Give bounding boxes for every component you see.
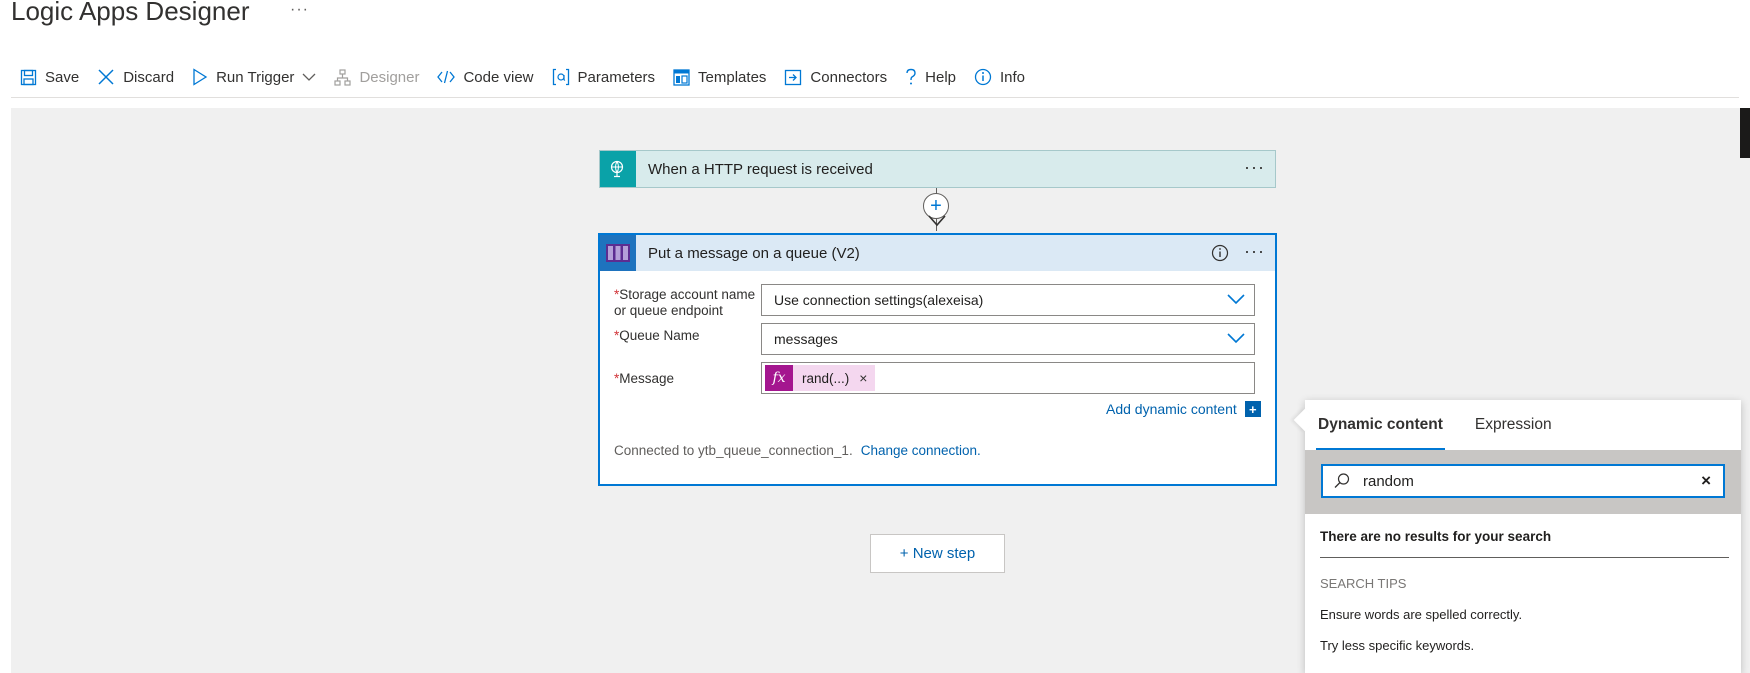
- help-label: Help: [925, 68, 956, 86]
- storage-account-dropdown[interactable]: Use connection settings(alexeisa): [761, 284, 1255, 316]
- action-title: Put a message on a queue (V2): [648, 244, 860, 262]
- search-tip: Try less specific keywords.: [1320, 638, 1475, 653]
- dynamic-content-panel: Dynamic content Expression × There are n…: [1293, 400, 1741, 673]
- hierarchy-icon: [334, 68, 352, 86]
- storage-label: *Storage account name or queue endpoint: [614, 287, 756, 318]
- designer-button[interactable]: Designer: [325, 62, 428, 92]
- connectors-label: Connectors: [810, 68, 888, 86]
- token-label: rand(...): [802, 370, 850, 386]
- add-dynamic-content-link[interactable]: Add dynamic content +: [1106, 401, 1261, 417]
- search-input[interactable]: [1363, 472, 1693, 490]
- trigger-more-icon[interactable]: ···: [1244, 157, 1265, 178]
- storage-field-row: *Storage account name or queue endpoint: [614, 287, 764, 319]
- save-label: Save: [45, 68, 80, 86]
- queue-action-card[interactable]: Put a message on a queue (V2) ··· *Stora…: [598, 233, 1277, 486]
- divider: [1320, 557, 1729, 558]
- connectors-icon: [785, 69, 802, 85]
- tab-dynamic-content[interactable]: Dynamic content: [1316, 400, 1445, 450]
- panel-tabs: Dynamic content Expression: [1305, 400, 1741, 450]
- remove-token-button[interactable]: ×: [859, 370, 875, 386]
- tab-expression[interactable]: Expression: [1475, 400, 1552, 450]
- function-icon: fx: [765, 365, 793, 391]
- trigger-title: When a HTTP request is received: [648, 160, 873, 178]
- message-label: *Message: [614, 371, 675, 386]
- clear-search-icon[interactable]: ×: [1701, 471, 1711, 491]
- parameters-button[interactable]: Parameters: [543, 62, 665, 92]
- page-title: Logic Apps Designer: [11, 0, 250, 26]
- chevron-down-icon: [302, 73, 316, 81]
- new-step-button[interactable]: + New step: [870, 534, 1005, 573]
- more-options-icon[interactable]: ···: [290, 1, 309, 19]
- action-header[interactable]: Put a message on a queue (V2) ···: [600, 235, 1275, 271]
- expression-token[interactable]: fx rand(...) ×: [765, 365, 876, 391]
- info-button[interactable]: Info: [965, 62, 1034, 92]
- discard-label: Discard: [123, 68, 175, 86]
- run-trigger-button[interactable]: Run Trigger: [183, 62, 325, 92]
- run-trigger-label: Run Trigger: [216, 68, 295, 86]
- search-icon: [1334, 473, 1350, 488]
- http-request-icon: [600, 151, 636, 187]
- help-button[interactable]: Help: [896, 62, 965, 92]
- close-icon: [98, 69, 114, 85]
- discard-button[interactable]: Discard: [88, 62, 183, 92]
- change-connection-link[interactable]: Change connection.: [861, 443, 981, 458]
- info-icon: [974, 68, 992, 86]
- arrow-down-icon: [928, 215, 946, 227]
- queue-icon: [600, 235, 636, 271]
- queue-field-row: *Queue Name: [614, 328, 764, 344]
- chevron-down-icon: [1227, 294, 1245, 305]
- question-icon: [906, 68, 916, 85]
- code-icon: [437, 70, 456, 84]
- toolbar-divider: [11, 97, 1739, 98]
- connection-status: Connected to ytb_queue_connection_1. Chan…: [614, 443, 981, 458]
- designer-toolbar: Save Discard Run Trigger Designer Code v…: [11, 62, 1034, 92]
- save-button[interactable]: Save: [11, 62, 88, 92]
- chevron-down-icon: [1227, 333, 1245, 344]
- no-results-message: There are no results for your search: [1320, 529, 1552, 544]
- code-view-label: Code view: [463, 68, 534, 86]
- search-tips-heading: SEARCH TIPS: [1320, 576, 1407, 591]
- scrollbar-thumb[interactable]: [1740, 108, 1750, 158]
- code-view-button[interactable]: Code view: [428, 62, 542, 92]
- message-input[interactable]: fx rand(...) ×: [761, 362, 1255, 394]
- plus-icon: +: [1244, 401, 1261, 417]
- queue-name-label: *Queue Name: [614, 328, 700, 343]
- templates-button[interactable]: Templates: [664, 62, 775, 92]
- designer-label: Designer: [359, 68, 420, 86]
- info-icon[interactable]: [1211, 244, 1229, 262]
- parameters-label: Parameters: [577, 68, 656, 86]
- search-area: ×: [1305, 450, 1741, 514]
- info-label: Info: [1000, 68, 1026, 86]
- save-icon: [20, 69, 37, 85]
- connectors-button[interactable]: Connectors: [775, 62, 896, 92]
- queue-name-dropdown[interactable]: messages: [761, 323, 1255, 355]
- message-field-row: *Message: [614, 371, 764, 387]
- templates-label: Templates: [698, 68, 767, 86]
- trigger-card[interactable]: When a HTTP request is received ···: [599, 150, 1276, 188]
- play-icon: [193, 68, 208, 86]
- search-box[interactable]: ×: [1321, 464, 1725, 498]
- parameters-icon: [552, 68, 569, 86]
- action-more-icon[interactable]: ···: [1244, 241, 1265, 262]
- search-tip: Ensure words are spelled correctly.: [1320, 607, 1523, 622]
- templates-icon: [673, 68, 690, 86]
